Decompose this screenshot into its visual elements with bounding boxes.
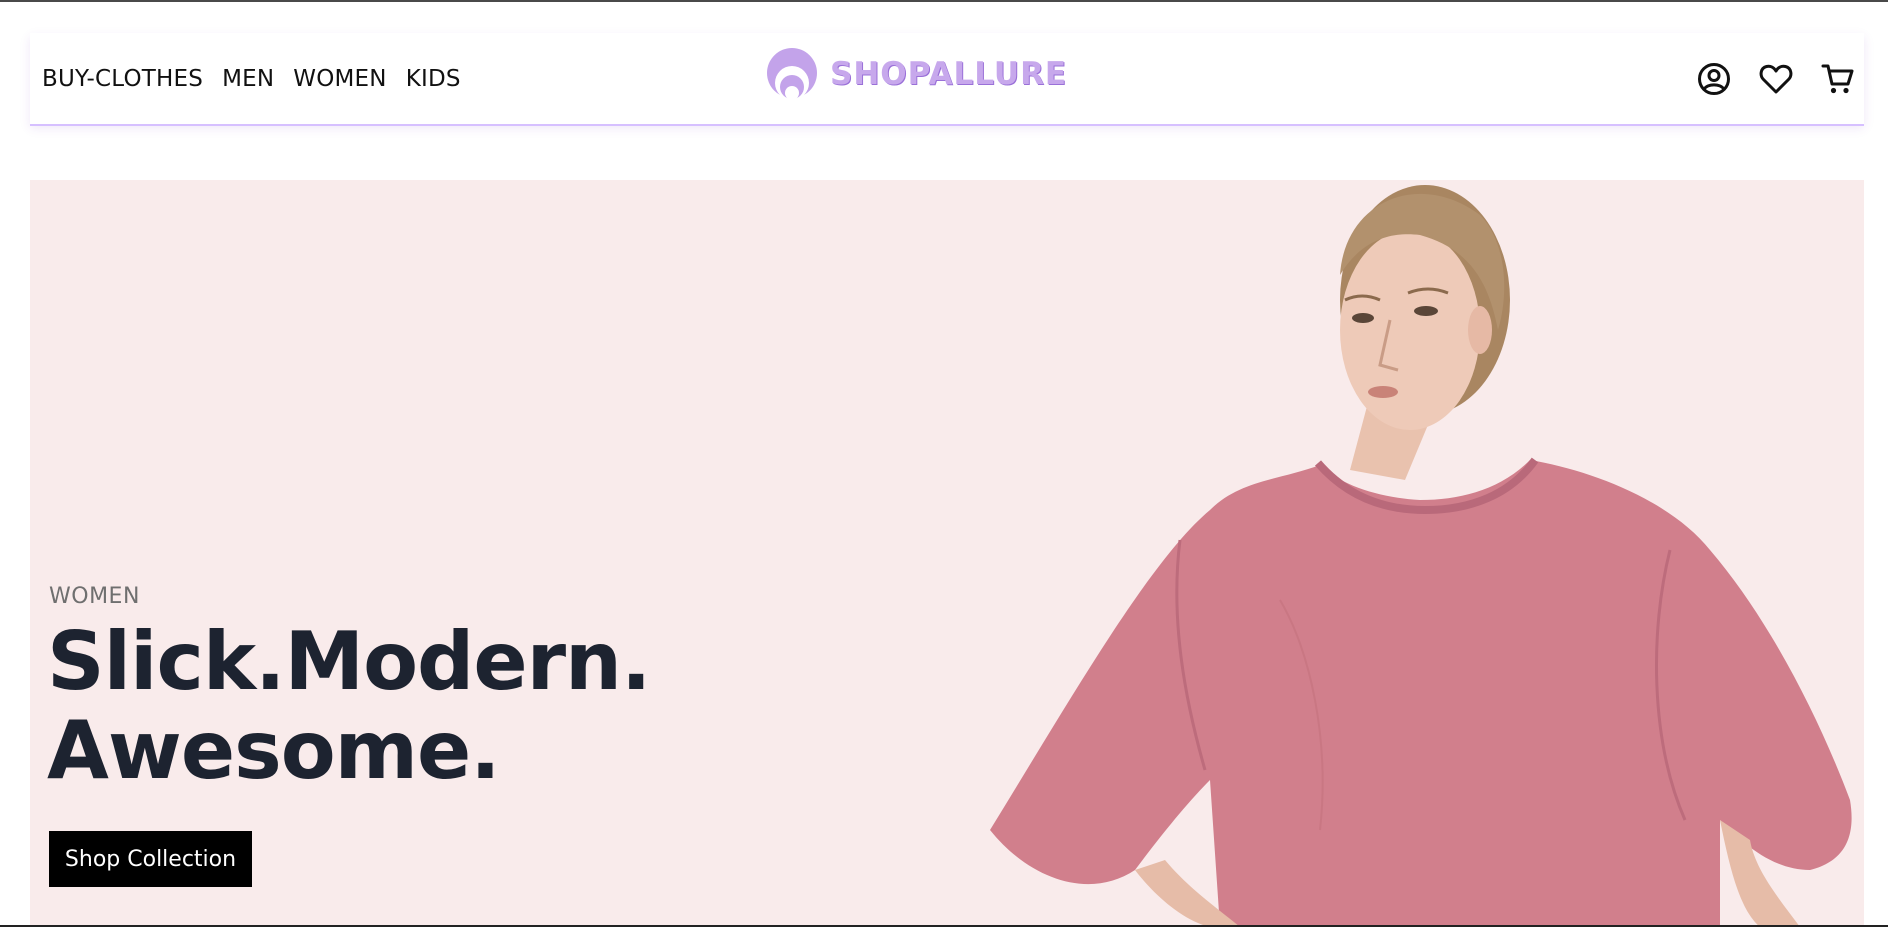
heart-icon[interactable] xyxy=(1758,61,1794,97)
hero-model-image xyxy=(990,185,1852,927)
hero-category-label: WOMEN xyxy=(49,584,140,609)
top-navbar: BUY-CLOTHES MEN WOMEN KIDS SHOPALLURE xyxy=(30,33,1864,124)
crescent-logo-icon xyxy=(767,48,817,100)
primary-nav: BUY-CLOTHES MEN WOMEN KIDS xyxy=(42,33,461,124)
nav-link-buy-clothes[interactable]: BUY-CLOTHES xyxy=(42,66,203,92)
nav-icon-group xyxy=(1696,33,1856,124)
hero-banner: WOMEN Slick.Modern. Awesome. Shop Collec… xyxy=(30,180,1864,927)
hero-headline-line-1: Slick.Modern. xyxy=(47,615,651,708)
hero-headline: Slick.Modern. Awesome. xyxy=(47,617,767,795)
shop-collection-button[interactable]: Shop Collection xyxy=(49,831,252,887)
account-icon[interactable] xyxy=(1696,61,1732,97)
nav-link-kids[interactable]: KIDS xyxy=(406,66,461,92)
window-top-border xyxy=(0,0,1888,2)
brand-name: SHOPALLURE xyxy=(830,56,1068,92)
brand-logo-link[interactable]: SHOPALLURE xyxy=(766,47,1067,101)
nav-link-men[interactable]: MEN xyxy=(222,66,274,92)
cart-icon[interactable] xyxy=(1820,61,1856,97)
nav-link-women[interactable]: WOMEN xyxy=(293,66,386,92)
hero-headline-line-2: Awesome. xyxy=(47,704,501,797)
